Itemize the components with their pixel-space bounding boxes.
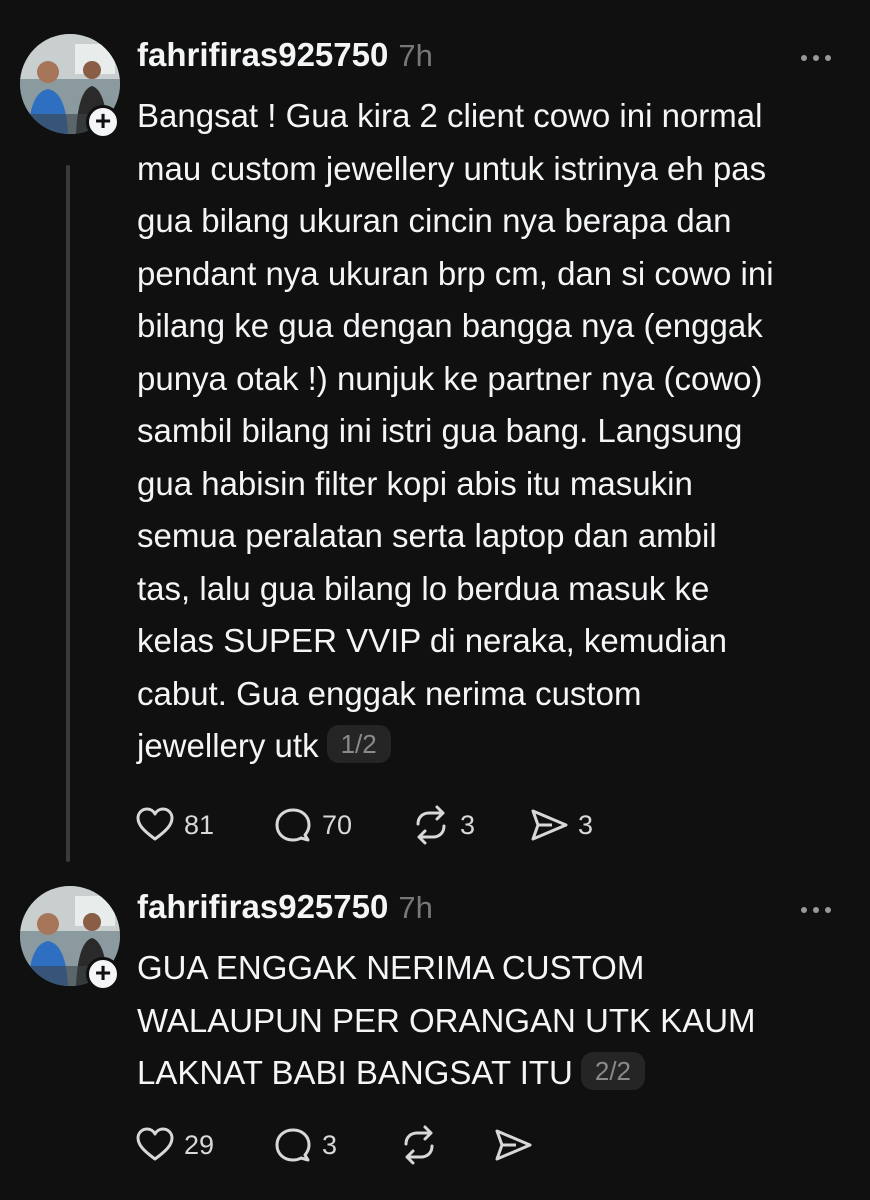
like-count: 81 xyxy=(184,809,215,840)
post-line: gua habisin filter kopi abis itu masukin xyxy=(137,464,693,502)
repost-icon xyxy=(404,1125,434,1165)
timestamp: 7h xyxy=(398,890,433,925)
more-icon[interactable] xyxy=(798,900,834,920)
post-line: WALAUPUN PER ORANGAN UTK KAUM xyxy=(137,1001,756,1039)
reply-button[interactable]: 70 xyxy=(272,804,410,846)
follow-plus-icon[interactable]: + xyxy=(86,957,120,991)
username[interactable]: fahrifiras925750 xyxy=(137,888,388,926)
post-line: gua bilang ukuran cincin nya berapa dan xyxy=(137,202,732,239)
like-button[interactable]: 29 xyxy=(134,1124,272,1166)
post-line: mau custom jewellery untuk istrinya eh p… xyxy=(137,149,767,187)
thread-connector-line xyxy=(66,165,70,862)
post-line: pendant nya ukuran brp cm, dan si cowo i… xyxy=(137,254,774,292)
username[interactable]: fahrifiras925750 xyxy=(137,36,388,74)
repost-button[interactable] xyxy=(398,1124,492,1166)
post-line: GUA ENGGAK NERIMA CUSTOM xyxy=(137,949,645,986)
share-icon xyxy=(531,809,568,841)
post-header: fahrifiras925750 7h xyxy=(137,888,433,932)
thread-post-1: + fahrifiras925750 7h Bangsat ! Gua kira… xyxy=(0,0,870,880)
action-bar: 29 3 xyxy=(134,1120,542,1170)
share-count: 3 xyxy=(578,809,594,840)
share-icon xyxy=(495,1129,532,1161)
post-header: fahrifiras925750 7h xyxy=(137,36,433,80)
reply-count: 70 xyxy=(322,809,353,840)
reply-count: 3 xyxy=(322,1129,338,1160)
share-button[interactable] xyxy=(492,1124,542,1166)
post-line: cabut. Gua enggak nerima custom xyxy=(137,674,642,712)
post-line: Bangsat ! Gua kira 2 client cowo ini nor… xyxy=(137,97,763,134)
heart-icon xyxy=(136,807,174,841)
repost-count: 3 xyxy=(460,809,476,840)
like-button[interactable]: 81 xyxy=(134,804,272,846)
reply-button[interactable]: 3 xyxy=(272,1124,398,1166)
post-line: jewellery utk xyxy=(137,727,319,764)
repost-icon xyxy=(416,805,446,845)
comment-icon xyxy=(275,1128,311,1162)
repost-button[interactable]: 3 xyxy=(410,804,528,846)
post-line: bilang ke gua dengan bangga nya (enggak xyxy=(137,307,763,344)
more-icon[interactable] xyxy=(798,48,834,68)
page-indicator: 1/2 xyxy=(326,725,391,763)
post-line: tas, lalu gua bilang lo berdua masuk ke xyxy=(137,569,710,607)
page-indicator: 2/2 xyxy=(580,1052,646,1090)
post-line: punya otak !) nunjuk ke partner nya (cow… xyxy=(137,359,763,397)
heart-icon xyxy=(136,1127,174,1161)
like-count: 29 xyxy=(184,1129,215,1160)
comment-icon xyxy=(275,808,311,842)
follow-plus-icon[interactable]: + xyxy=(86,105,120,139)
post-line: sambil bilang ini istri gua bang. Langsu… xyxy=(137,412,743,449)
post-line: LAKNAT BABI BANGSAT ITU xyxy=(137,1054,573,1091)
post-line: kelas SUPER VVIP di neraka, kemudian xyxy=(137,622,728,659)
action-bar: 81 70 3 3 xyxy=(134,800,593,850)
post-text: Bangsat ! Gua kira 2 client cowo ini nor… xyxy=(137,90,857,773)
post-text: GUA ENGGAK NERIMA CUSTOM WALAUPUN PER OR… xyxy=(137,942,857,1100)
post-line: semua peralatan serta laptop dan ambil xyxy=(137,517,717,554)
share-button[interactable]: 3 xyxy=(528,804,593,846)
timestamp: 7h xyxy=(398,38,433,73)
thread-post-2: + fahrifiras925750 7h GUA ENGGAK NERIMA … xyxy=(0,880,870,1200)
